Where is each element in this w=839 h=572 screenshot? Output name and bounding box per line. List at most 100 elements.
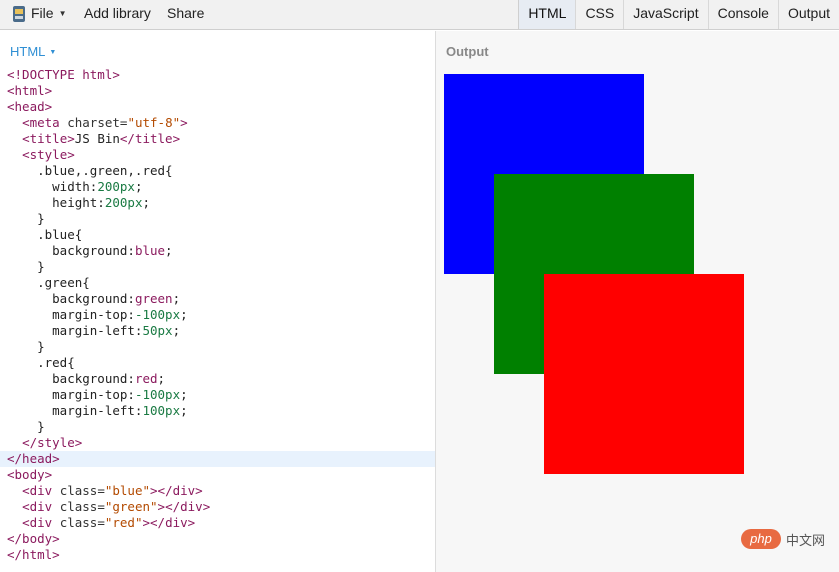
code-token: height: — [7, 195, 105, 210]
code-token: class= — [59, 499, 105, 514]
tab-css[interactable]: CSS — [576, 0, 625, 29]
code-token: <div — [22, 515, 60, 530]
code-line-text: <div class="blue"></div> — [7, 483, 203, 499]
code-line-text: <head> — [7, 99, 52, 115]
code-token: </title> — [119, 131, 181, 146]
code-line[interactable]: margin-top:-100px; — [0, 307, 435, 323]
code-token: <div — [22, 483, 60, 498]
code-token: > — [180, 115, 188, 130]
file-menu[interactable]: File ▼ — [31, 0, 66, 29]
code-line[interactable]: <title>JS Bin</title> — [0, 131, 435, 147]
code-line-text: </body> — [7, 531, 60, 547]
code-line-text: <div class="red"></div> — [7, 515, 195, 531]
code-token: class= — [59, 515, 105, 530]
code-token: ></div> — [142, 515, 196, 530]
code-line[interactable]: } — [0, 419, 435, 435]
code-line-text: } — [7, 259, 45, 275]
code-token: -100px — [134, 307, 181, 322]
code-line[interactable]: <div class="green"></div> — [0, 499, 435, 515]
code-token: 50px — [142, 323, 173, 338]
code-token: .blue,.green,.red{ — [7, 163, 173, 178]
code-line[interactable]: } — [0, 339, 435, 355]
jsbin-logo-icon[interactable] — [12, 6, 26, 22]
code-token: charset= — [67, 115, 128, 130]
code-token: "green" — [104, 499, 158, 514]
tab-output[interactable]: Output — [778, 0, 839, 29]
editor-language-selector[interactable]: HTML ▼ — [10, 44, 56, 59]
code-line-text: <body> — [7, 467, 52, 483]
code-line[interactable]: </head> — [0, 451, 435, 467]
code-line[interactable]: width:200px; — [0, 179, 435, 195]
code-token: margin-top: — [7, 307, 135, 322]
code-line[interactable]: } — [0, 211, 435, 227]
code-token: } — [7, 259, 45, 274]
tab-console[interactable]: Console — [708, 0, 779, 29]
code-line[interactable]: .blue,.green,.red{ — [0, 163, 435, 179]
code-line[interactable]: .blue{ — [0, 227, 435, 243]
add-library-button[interactable]: Add library — [84, 0, 151, 29]
code-line[interactable]: <!DOCTYPE html> — [0, 67, 435, 83]
share-button[interactable]: Share — [167, 0, 204, 29]
code-line[interactable]: .red{ — [0, 355, 435, 371]
code-line[interactable]: </body> — [0, 531, 435, 547]
code-line[interactable]: background:blue; — [0, 243, 435, 259]
code-token: <html> — [7, 83, 53, 98]
code-line[interactable]: <style> — [0, 147, 435, 163]
code-token: <div — [22, 499, 60, 514]
code-token: ; — [180, 403, 188, 418]
code-line[interactable]: } — [0, 259, 435, 275]
code-line[interactable]: <div class="blue"></div> — [0, 483, 435, 499]
php-watermark-badge: php — [741, 529, 781, 549]
code-token: ></div> — [150, 483, 203, 498]
code-line-text: background:red; — [7, 371, 165, 387]
code-line[interactable]: margin-left:50px; — [0, 323, 435, 339]
code-line[interactable]: </style> — [0, 435, 435, 451]
code-line[interactable]: <div class="red"></div> — [0, 515, 435, 531]
code-line-text: .green{ — [7, 275, 90, 291]
code-token: "blue" — [104, 483, 151, 498]
code-line-text: margin-left:100px; — [7, 403, 188, 419]
code-line[interactable]: background:green; — [0, 291, 435, 307]
code-token: .blue{ — [7, 227, 83, 242]
code-token: } — [7, 211, 45, 226]
tab-html[interactable]: HTML — [519, 0, 577, 29]
code-token: 100px — [142, 403, 181, 418]
code-token: background: — [7, 371, 135, 386]
code-line[interactable]: margin-top:-100px; — [0, 387, 435, 403]
code-token: <style> — [22, 147, 75, 162]
code-line[interactable]: <meta charset="utf-8"> — [0, 115, 435, 131]
code-token: -100px — [134, 387, 181, 402]
code-line[interactable]: </html> — [0, 547, 435, 563]
code-token: margin-top: — [7, 387, 135, 402]
code-line-text: background:green; — [7, 291, 180, 307]
code-line-text: } — [7, 211, 45, 227]
html-editor[interactable]: HTML ▼ <!DOCTYPE html> <html> <head> <meta … — [0, 31, 435, 572]
code-token: ; — [172, 291, 181, 306]
code-line-text: margin-top:-100px; — [7, 387, 187, 403]
code-line[interactable]: .green{ — [0, 275, 435, 291]
code-line[interactable]: <head> — [0, 99, 435, 115]
tab-javascript[interactable]: JavaScript — [624, 0, 709, 29]
code-token: ; — [180, 307, 188, 322]
chevron-down-icon: ▼ — [49, 49, 57, 56]
code-line-text: <title>JS Bin</title> — [7, 131, 180, 147]
toolbar: File ▼ Add library Share HTML CSS JavaScr… — [0, 0, 839, 30]
code-line[interactable]: background:red; — [0, 371, 435, 387]
code-line[interactable]: <html> — [0, 83, 435, 99]
code-line[interactable]: <body> — [0, 467, 435, 483]
code-line[interactable]: margin-left:100px; — [0, 403, 435, 419]
code-line[interactable]: height:200px; — [0, 195, 435, 211]
code-token: background: — [7, 291, 135, 306]
code-token: red — [134, 371, 158, 386]
code-line-text: background:blue; — [7, 243, 172, 259]
code-token: } — [7, 339, 45, 354]
code-token: </style> — [22, 435, 83, 450]
code-token: blue — [134, 243, 166, 258]
code-token: margin-left: — [7, 403, 143, 418]
code-token: 200px — [97, 179, 135, 194]
code-token: ; — [142, 195, 151, 210]
